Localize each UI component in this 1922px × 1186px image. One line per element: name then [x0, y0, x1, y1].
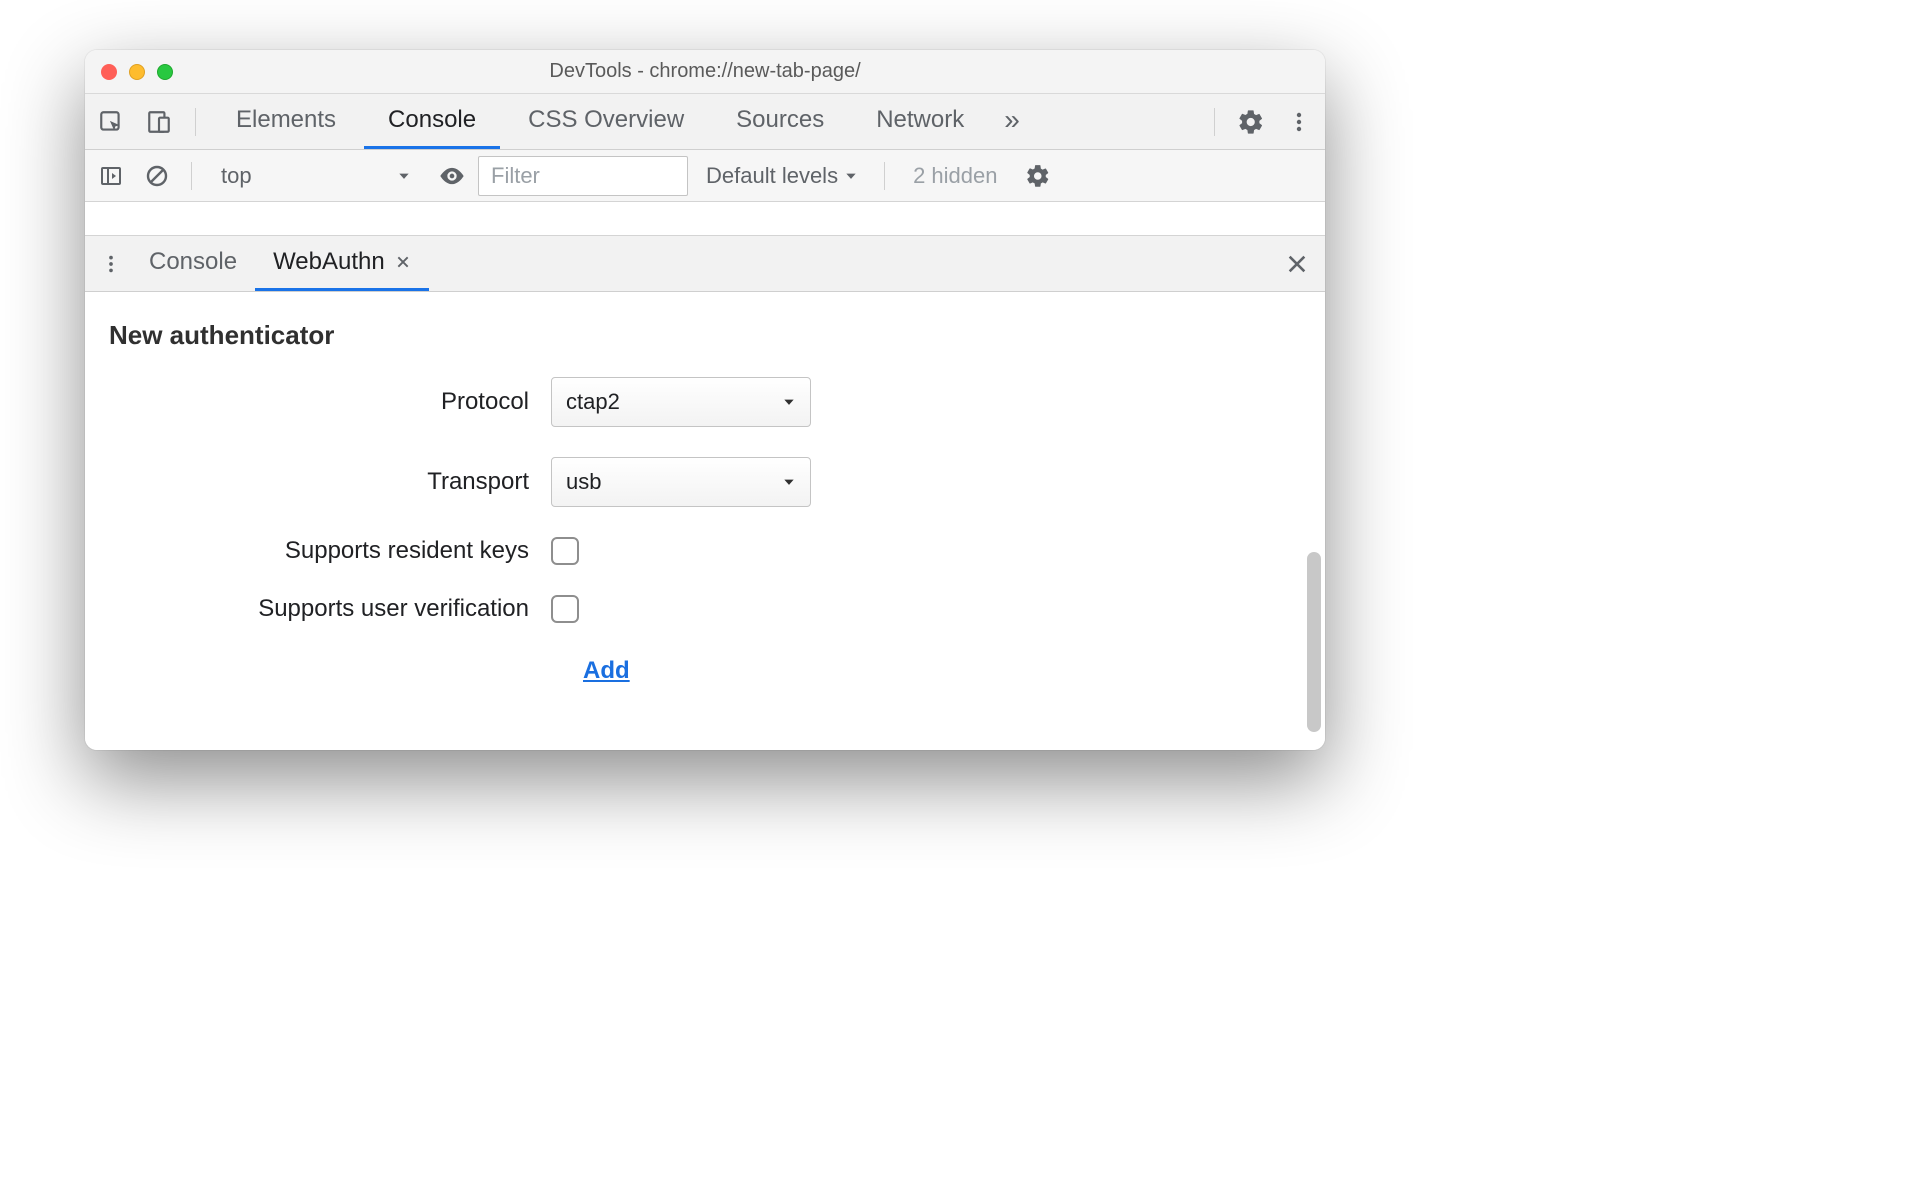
execution-context-select[interactable]: top [206, 156, 426, 196]
more-tabs-button[interactable]: » [992, 94, 1032, 149]
separator [884, 162, 885, 190]
transport-row: Transport usb [109, 457, 1305, 507]
log-levels-select[interactable]: Default levels [694, 163, 870, 189]
protocol-select[interactable]: ctap2 [551, 377, 811, 427]
levels-label: Default levels [706, 163, 838, 189]
user-verification-row: Supports user verification [109, 595, 1305, 623]
scrollbar-thumb[interactable] [1307, 552, 1321, 732]
more-options-icon[interactable] [1279, 102, 1319, 142]
drawer-tabs: Console WebAuthn [85, 236, 1325, 292]
transport-select[interactable]: usb [551, 457, 811, 507]
settings-icon[interactable] [1231, 102, 1271, 142]
tab-network[interactable]: Network [852, 94, 988, 149]
filter-input[interactable] [478, 156, 688, 196]
chevron-down-icon [782, 395, 796, 409]
separator [195, 108, 196, 136]
protocol-label: Protocol [109, 388, 529, 416]
device-toolbar-icon[interactable] [139, 102, 179, 142]
console-settings-icon[interactable] [1018, 156, 1058, 196]
close-drawer-button[interactable] [1275, 253, 1319, 275]
new-authenticator-form: Protocol ctap2 Transport usb Supports re… [109, 377, 1305, 689]
chevron-down-icon [782, 475, 796, 489]
resident-keys-checkbox[interactable] [551, 537, 579, 565]
user-verification-label: Supports user verification [109, 595, 529, 623]
tab-css-overview[interactable]: CSS Overview [504, 94, 708, 149]
resident-keys-row: Supports resident keys [109, 537, 1305, 565]
title-bar: DevTools - chrome://new-tab-page/ [85, 50, 1325, 94]
drawer-tab-console[interactable]: Console [131, 236, 255, 291]
transport-label: Transport [109, 468, 529, 496]
resident-keys-label: Supports resident keys [109, 537, 529, 565]
drawer-tab-label: Console [149, 248, 237, 276]
main-toolbar: Elements Console CSS Overview Sources Ne… [85, 94, 1325, 150]
user-verification-checkbox[interactable] [551, 595, 579, 623]
toggle-sidebar-icon[interactable] [91, 156, 131, 196]
chevron-down-icon [397, 169, 411, 183]
drawer-tab-label: WebAuthn [273, 248, 385, 276]
clear-console-icon[interactable] [137, 156, 177, 196]
drawer-tab-webauthn[interactable]: WebAuthn [255, 236, 429, 291]
tab-sources[interactable]: Sources [712, 94, 848, 149]
devtools-window: DevTools - chrome://new-tab-page/ Elemen… [85, 50, 1325, 750]
add-authenticator-button[interactable]: Add [575, 653, 638, 689]
tab-console[interactable]: Console [364, 94, 500, 149]
separator [1214, 108, 1215, 136]
close-tab-icon[interactable] [395, 254, 411, 270]
maximize-window-button[interactable] [157, 64, 173, 80]
protocol-value: ctap2 [566, 389, 620, 415]
close-window-button[interactable] [101, 64, 117, 80]
console-toolbar: top Default levels 2 hidden [85, 150, 1325, 202]
context-value: top [221, 163, 252, 189]
minimize-window-button[interactable] [129, 64, 145, 80]
chevron-down-icon [844, 169, 858, 183]
protocol-row: Protocol ctap2 [109, 377, 1305, 427]
transport-value: usb [566, 469, 601, 495]
window-title: DevTools - chrome://new-tab-page/ [85, 60, 1325, 83]
webauthn-panel: New authenticator Protocol ctap2 Transpo… [85, 292, 1325, 750]
section-title: New authenticator [109, 320, 1305, 351]
main-tabs: Elements Console CSS Overview Sources Ne… [212, 94, 1032, 149]
separator [191, 162, 192, 190]
tab-elements[interactable]: Elements [212, 94, 360, 149]
inspect-element-icon[interactable] [91, 102, 131, 142]
console-output-area [85, 202, 1325, 236]
add-row: Add [109, 653, 1305, 689]
hidden-messages-count[interactable]: 2 hidden [899, 163, 1011, 189]
live-expression-icon[interactable] [432, 156, 472, 196]
drawer-more-icon[interactable] [91, 244, 131, 284]
traffic-lights [101, 64, 173, 80]
